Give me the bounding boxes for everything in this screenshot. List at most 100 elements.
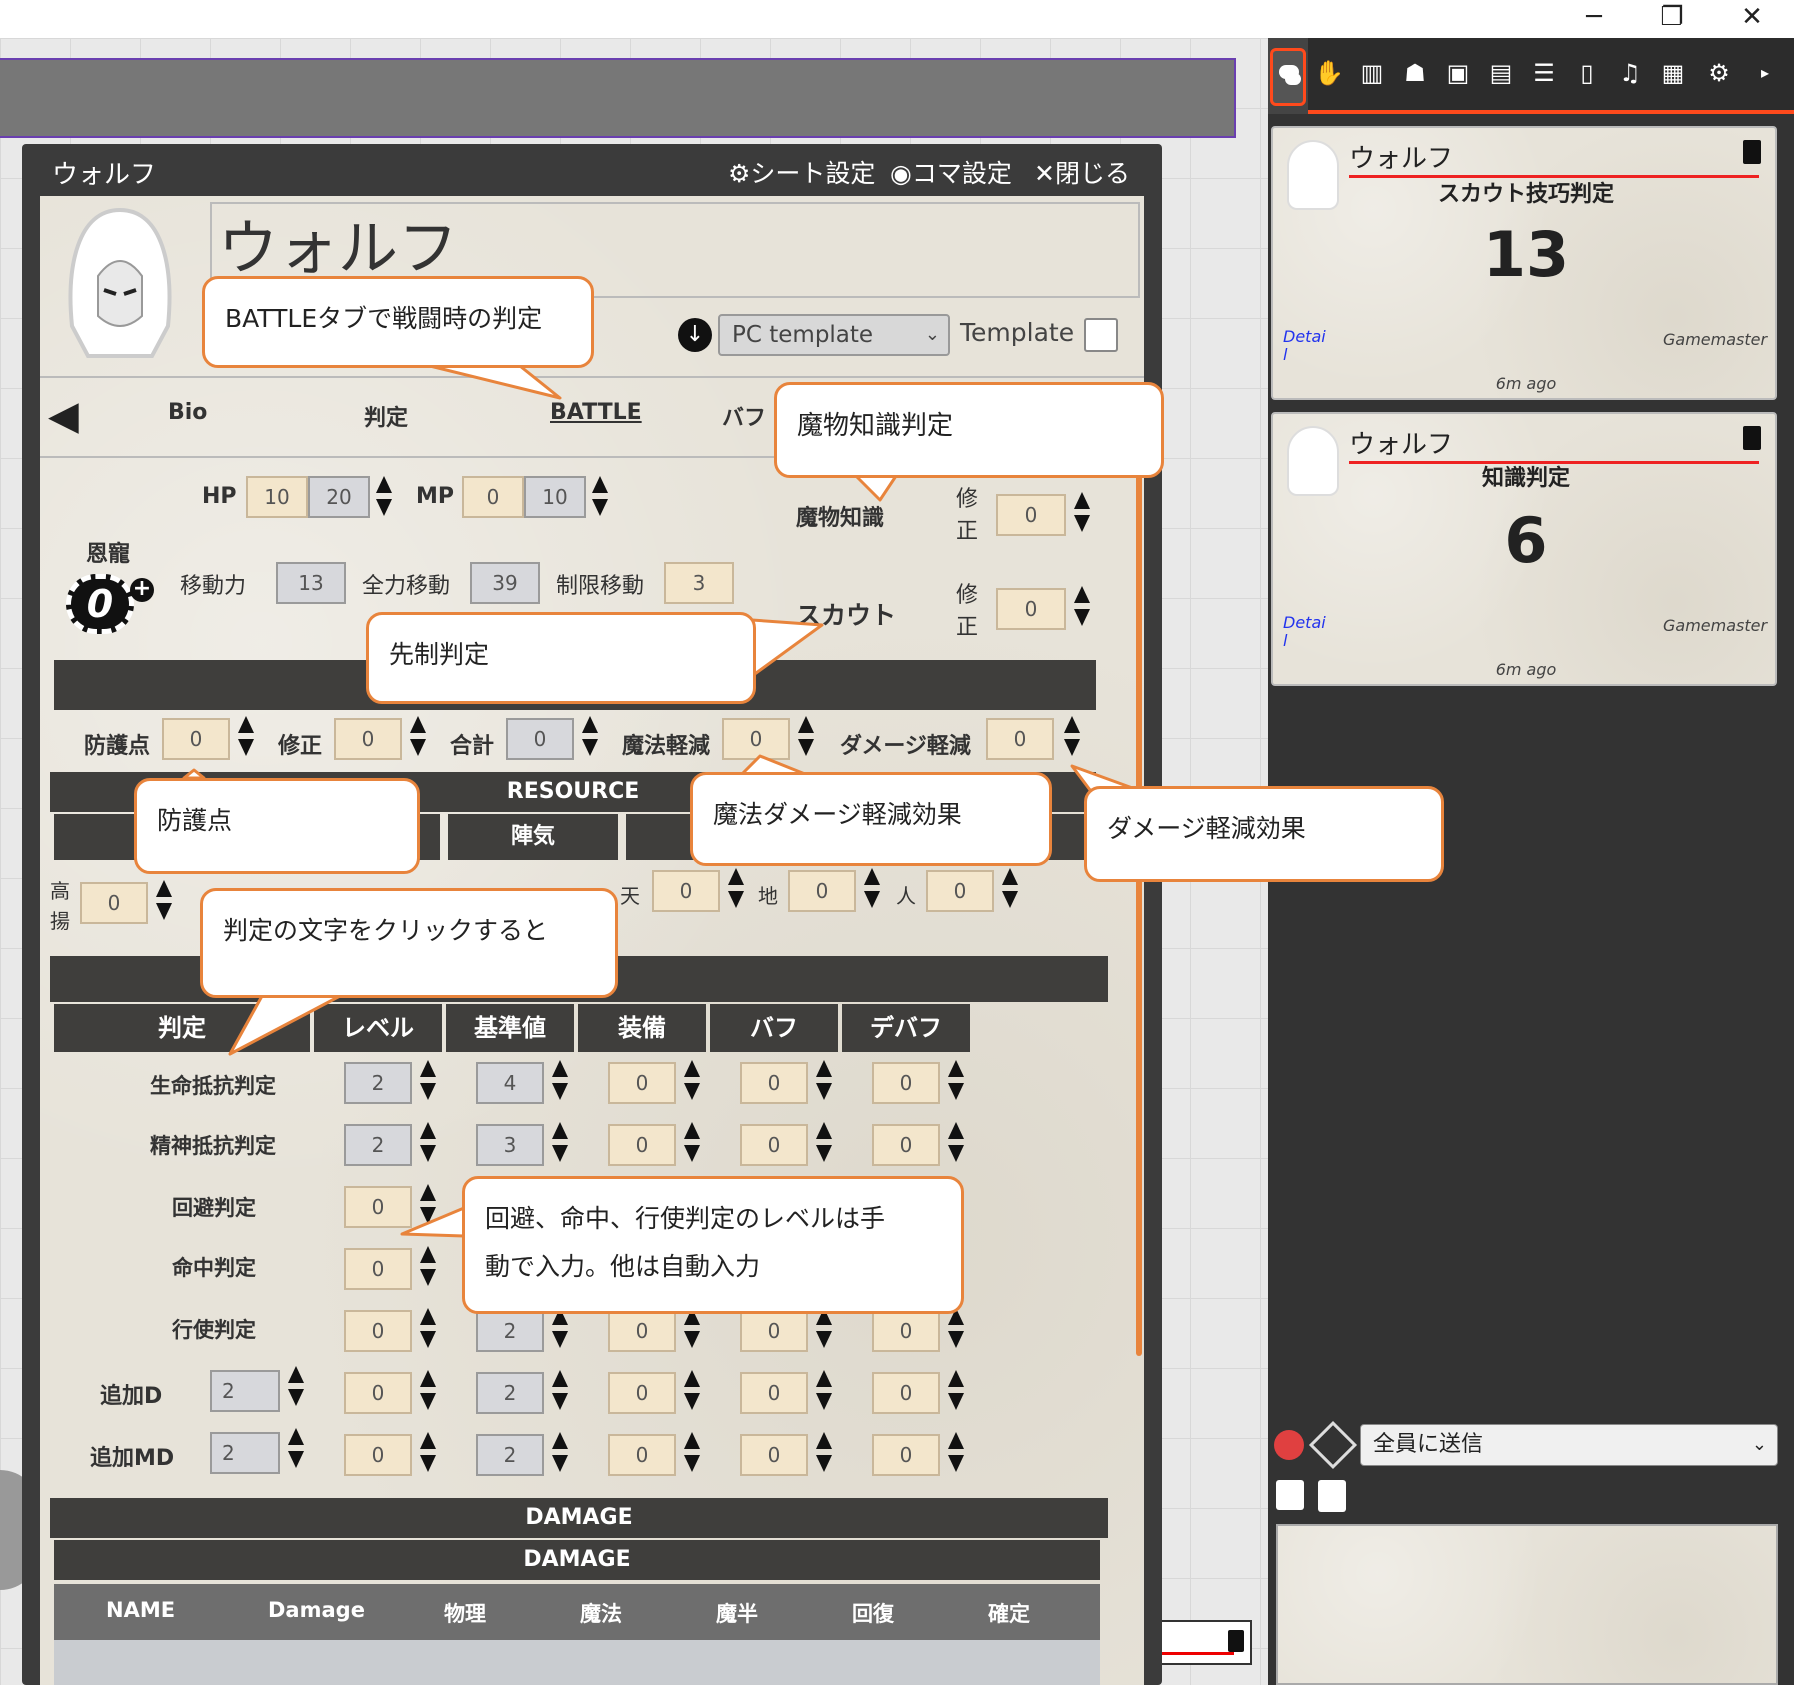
suitcase-icon[interactable]: ▣ [1443, 58, 1473, 88]
hito-input[interactable]: 0 [926, 870, 994, 912]
check-name[interactable]: 回避判定 [172, 1192, 256, 1222]
blessing-token[interactable]: 0 [66, 574, 134, 634]
sheet-settings-button[interactable]: ⚙シート設定 [728, 154, 875, 190]
hp-stepper-icon[interactable] [374, 474, 392, 518]
stepper-icon[interactable] [286, 1364, 304, 1408]
stepper-icon[interactable] [154, 878, 172, 922]
damage-table-row[interactable] [54, 1640, 1100, 1685]
stepper-icon[interactable] [1072, 584, 1090, 628]
buff-input[interactable]: 0 [740, 1310, 808, 1352]
chat-tab-active[interactable] [1270, 48, 1306, 106]
hp-max-input[interactable]: 20 [308, 476, 370, 518]
equip-input[interactable]: 0 [608, 1124, 676, 1166]
stepper-icon[interactable] [862, 866, 880, 910]
close-sheet-button[interactable]: ✕閉じる [1034, 154, 1130, 190]
download-icon[interactable]: ↓ [678, 318, 712, 352]
stepper-icon[interactable] [946, 1058, 964, 1102]
send-to-select[interactable]: 全員に送信 ⌄ [1360, 1424, 1778, 1466]
monster-knowledge-label[interactable]: 魔物知識 [796, 500, 884, 532]
map-icon[interactable]: ▥ [1357, 58, 1387, 88]
level-input[interactable]: 2 [344, 1062, 412, 1104]
buff-input[interactable]: 0 [740, 1062, 808, 1104]
chi-input[interactable]: 0 [788, 870, 856, 912]
hand-icon[interactable]: ✋ [1314, 58, 1344, 88]
extra-input[interactable]: 2 [210, 1432, 280, 1474]
check-name[interactable]: 命中判定 [172, 1252, 256, 1282]
mp-stepper-icon[interactable] [590, 474, 608, 518]
token-settings-button[interactable]: ◉コマ設定 [890, 154, 1012, 190]
caret-right-icon[interactable]: ▸ [1750, 58, 1780, 88]
users-icon[interactable]: ☗ [1400, 58, 1430, 88]
stepper-icon[interactable] [946, 1430, 964, 1474]
debuff-input[interactable]: 0 [872, 1434, 940, 1476]
yin-yang-icon[interactable] [1274, 1430, 1304, 1460]
stepper-icon[interactable] [418, 1182, 436, 1226]
level-input[interactable]: 0 [344, 1248, 412, 1290]
stepper-icon[interactable] [682, 1120, 700, 1164]
level-input[interactable]: 2 [344, 1124, 412, 1166]
music-icon[interactable]: ♫ [1615, 58, 1645, 88]
armor-mod-input[interactable]: 0 [334, 718, 402, 760]
buff-input[interactable]: 0 [740, 1372, 808, 1414]
stepper-icon[interactable] [418, 1058, 436, 1102]
stepper-icon[interactable] [550, 1430, 568, 1474]
extra-check-name[interactable]: 追加MD [90, 1440, 174, 1472]
resource-input[interactable]: 0 [80, 882, 148, 924]
chat-textarea[interactable] [1276, 1524, 1778, 1685]
stepper-icon[interactable] [418, 1120, 436, 1164]
stepper-icon[interactable] [1062, 714, 1080, 758]
list-icon[interactable]: ☰ [1529, 58, 1559, 88]
stepper-icon[interactable] [550, 1120, 568, 1164]
stepper-icon[interactable] [814, 1430, 832, 1474]
detail-link[interactable]: Detail [1283, 328, 1329, 364]
stepper-icon[interactable] [580, 714, 598, 758]
level-input[interactable]: 0 [344, 1186, 412, 1228]
level-input[interactable]: 0 [344, 1434, 412, 1476]
stepper-icon[interactable] [946, 1120, 964, 1164]
level-input[interactable]: 0 [344, 1310, 412, 1352]
buff-input[interactable]: 0 [740, 1434, 808, 1476]
stepper-icon[interactable] [418, 1244, 436, 1288]
restore-button[interactable]: ❐ [1642, 2, 1702, 32]
monster-knowledge-mod-input[interactable]: 0 [996, 494, 1066, 536]
book-open-icon[interactable]: ▤ [1486, 58, 1516, 88]
stepper-icon[interactable] [682, 1430, 700, 1474]
extra-check-name[interactable]: 追加D [100, 1378, 162, 1410]
armor-input[interactable]: 0 [162, 718, 230, 760]
stepper-icon[interactable] [550, 1058, 568, 1102]
mp-current-input[interactable]: 0 [462, 476, 524, 518]
hp-current-input[interactable]: 10 [246, 476, 308, 518]
stepper-icon[interactable] [286, 1426, 304, 1470]
close-window-button[interactable]: ✕ [1722, 2, 1782, 32]
trash-icon[interactable] [1743, 426, 1761, 450]
equip-input[interactable]: 0 [608, 1310, 676, 1352]
stepper-icon[interactable] [814, 1058, 832, 1102]
tab-battle[interactable]: BATTLE [550, 400, 642, 425]
document-icon[interactable]: ▯ [1572, 58, 1602, 88]
debuff-input[interactable]: 0 [872, 1062, 940, 1104]
scrollbar[interactable] [1136, 456, 1142, 1356]
ten-input[interactable]: 0 [652, 870, 720, 912]
stepper-icon[interactable] [1072, 490, 1090, 534]
magic-reduce-input[interactable]: 0 [722, 718, 790, 760]
trash-icon[interactable] [1318, 1480, 1346, 1512]
debuff-input[interactable]: 0 [872, 1310, 940, 1352]
character-portrait[interactable] [58, 206, 182, 358]
stepper-icon[interactable] [682, 1058, 700, 1102]
minimize-button[interactable]: ─ [1564, 2, 1624, 32]
check-name[interactable]: 生命抵抗判定 [150, 1070, 276, 1100]
prev-tab-arrow[interactable]: ◀ [48, 393, 79, 439]
stepper-icon[interactable] [726, 866, 744, 910]
equip-input[interactable]: 0 [608, 1372, 676, 1414]
scout-label[interactable]: スカウト [796, 596, 896, 632]
stepper-icon[interactable] [236, 714, 254, 758]
journal-icon[interactable]: ▦ [1658, 58, 1688, 88]
template-select[interactable]: PC template ⌄ [718, 314, 950, 356]
cogs-icon[interactable]: ⚙ [1704, 58, 1734, 88]
extra-input[interactable]: 2 [210, 1370, 280, 1412]
trash-icon[interactable] [1228, 1630, 1244, 1652]
stepper-icon[interactable] [814, 1368, 832, 1412]
equip-input[interactable]: 0 [608, 1062, 676, 1104]
equip-input[interactable]: 0 [608, 1434, 676, 1476]
stepper-icon[interactable] [408, 714, 426, 758]
